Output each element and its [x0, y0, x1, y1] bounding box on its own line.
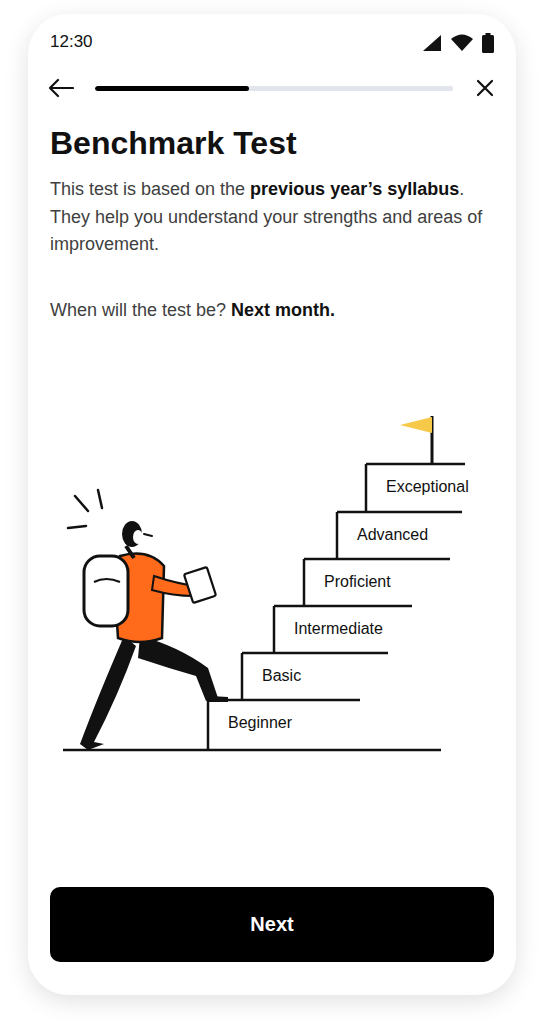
- back-arrow-icon[interactable]: [48, 78, 74, 98]
- page: 12:30 Benchmark Test This test is based on…: [0, 0, 544, 1032]
- level-label: Beginner: [228, 714, 293, 731]
- close-icon[interactable]: [474, 77, 496, 99]
- flag-icon: [400, 416, 432, 464]
- status-time: 12:30: [50, 31, 93, 53]
- progress-track: [95, 86, 453, 91]
- schedule: When will the test be? Next month.: [28, 296, 516, 324]
- level-step: Proficient: [304, 559, 450, 606]
- page-title: Benchmark Test: [28, 123, 516, 163]
- level-label: Exceptional: [386, 478, 469, 495]
- wifi-icon: [450, 34, 474, 52]
- level-step: Beginner: [208, 700, 360, 750]
- footer: Next: [28, 887, 516, 962]
- student-figure: [68, 490, 228, 750]
- level-step: Basic: [242, 653, 388, 700]
- description-text: previous year’s syllabus: [250, 179, 459, 199]
- description: This test is based on the previous year’…: [28, 176, 516, 259]
- phone-screen: 12:30 Benchmark Test This test is based on…: [28, 14, 516, 995]
- signal-icon: [422, 34, 442, 52]
- status-bar: 12:30: [28, 14, 516, 54]
- level-label: Basic: [262, 667, 301, 684]
- progress-fill: [95, 86, 249, 91]
- level-step: Exceptional: [366, 464, 469, 512]
- nav-row: [28, 68, 516, 108]
- staircase-illustration: Beginner Basic Intermediate Proficient Advan…: [28, 406, 516, 756]
- description-text: This test is based on the: [50, 179, 250, 199]
- level-step: Intermediate: [274, 606, 412, 653]
- next-button[interactable]: Next: [50, 887, 494, 962]
- level-label: Advanced: [357, 526, 428, 543]
- schedule-text: Next month.: [231, 300, 335, 320]
- schedule-text: When will the test be?: [50, 300, 231, 320]
- level-step: Advanced: [337, 512, 462, 559]
- level-label: Intermediate: [294, 620, 383, 637]
- battery-icon: [482, 33, 494, 53]
- level-label: Proficient: [324, 573, 391, 590]
- status-icons: [422, 33, 494, 53]
